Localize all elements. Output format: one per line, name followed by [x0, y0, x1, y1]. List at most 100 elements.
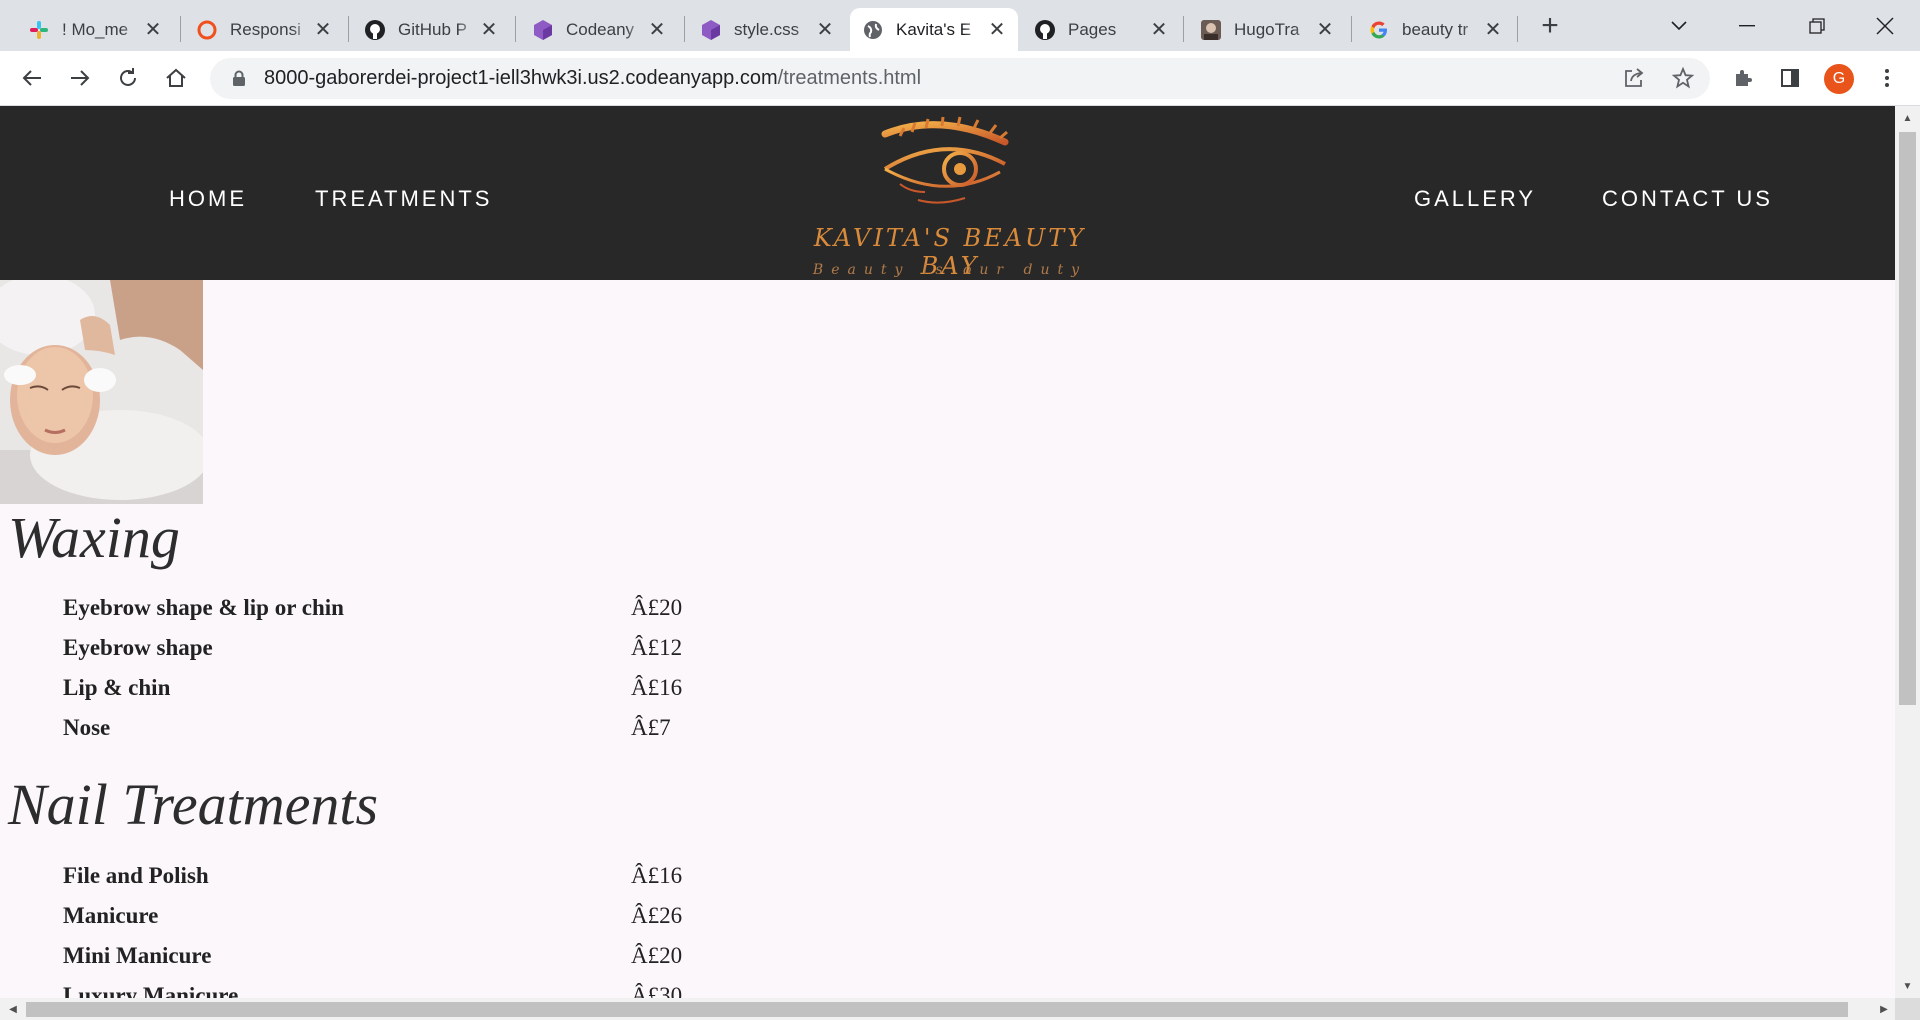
- treatment-price: Â£20: [631, 943, 683, 968]
- address-bar[interactable]: 8000-gaborerdei-project1-iell3hwk3i.us2.…: [210, 58, 1710, 99]
- back-arrow-icon[interactable]: [13, 59, 51, 97]
- treatment-row: Manicure Â£26: [63, 903, 763, 943]
- treatment-price: Â£7: [631, 715, 671, 740]
- google-icon: [1368, 19, 1390, 41]
- browser-tab[interactable]: ! Mo_me ✕: [16, 8, 174, 51]
- treatment-row: Eyebrow shape & lip or chin Â£20: [63, 595, 763, 635]
- browser-tab[interactable]: GitHub P ✕: [352, 8, 510, 51]
- profile-photo-icon: [1200, 19, 1222, 41]
- tab-separator: [1517, 16, 1518, 42]
- new-tab-plus-icon[interactable]: +: [1534, 9, 1566, 42]
- codeanywhere-icon: [700, 19, 722, 41]
- nav-home[interactable]: HOME: [169, 186, 247, 212]
- kebab-menu-icon[interactable]: [1868, 59, 1906, 97]
- treatment-price: Â£12: [631, 635, 683, 660]
- treatment-price: Â£30: [631, 983, 683, 998]
- horizontal-scroll-thumb[interactable]: [26, 1002, 1848, 1017]
- treatment-row: Luxury Manicure Â£30: [63, 983, 763, 998]
- reload-icon[interactable]: [109, 59, 147, 97]
- tab-separator: [684, 16, 685, 42]
- vertical-scrollbar[interactable]: ▲ ▼: [1895, 106, 1920, 998]
- treatment-price: Â£26: [631, 903, 683, 928]
- scroll-left-arrow-icon[interactable]: ◀: [2, 998, 24, 1020]
- treatment-row: Lip & chin Â£16: [63, 675, 763, 715]
- bookmark-star-icon[interactable]: [1664, 59, 1702, 97]
- treatment-name: Lip & chin: [63, 675, 171, 700]
- scroll-right-arrow-icon[interactable]: ▶: [1873, 998, 1895, 1020]
- vertical-scroll-thumb[interactable]: [1899, 132, 1916, 705]
- tab-separator: [180, 16, 181, 42]
- tab-separator: [1183, 16, 1184, 42]
- lock-icon[interactable]: [228, 70, 250, 87]
- treatment-row: Nose Â£7: [63, 715, 763, 755]
- nav-gallery[interactable]: GALLERY: [1414, 186, 1536, 212]
- browser-tab[interactable]: Responsi ✕: [184, 8, 344, 51]
- nav-contact-us[interactable]: CONTACT US: [1602, 186, 1773, 212]
- forward-arrow-icon[interactable]: [61, 59, 99, 97]
- restore-icon[interactable]: [1797, 6, 1837, 46]
- extensions-puzzle-icon[interactable]: [1724, 59, 1762, 97]
- scroll-up-arrow-icon[interactable]: ▲: [1895, 108, 1920, 128]
- tab-separator: [348, 16, 349, 42]
- brand-tagline: Beauty is our duty: [812, 262, 1088, 278]
- tab-title: beauty tr: [1402, 19, 1469, 39]
- close-icon[interactable]: ✕: [646, 19, 668, 41]
- tab-title: Codeany: [566, 19, 635, 39]
- close-icon[interactable]: ✕: [814, 19, 836, 41]
- codeanywhere-icon: [532, 19, 554, 41]
- close-icon[interactable]: ✕: [142, 19, 164, 41]
- site-header: HOME TREATMENTS GALLERY CONTACT US KAVIT…: [0, 106, 1895, 280]
- close-icon[interactable]: ✕: [478, 19, 500, 41]
- profile-avatar[interactable]: G: [1824, 64, 1854, 94]
- browser-tab[interactable]: beauty tr ✕: [1356, 8, 1514, 51]
- minimize-icon[interactable]: [1727, 6, 1767, 46]
- nav-treatments[interactable]: TREATMENTS: [315, 186, 492, 212]
- scroll-down-arrow-icon[interactable]: ▼: [1895, 976, 1920, 996]
- treatment-price: Â£16: [631, 863, 683, 888]
- brand-logo[interactable]: KAVITA'S BEAUTY BAY Beauty is our duty: [800, 114, 1100, 280]
- tab-title: ! Mo_me: [62, 19, 129, 39]
- close-icon[interactable]: ✕: [1148, 19, 1170, 41]
- browser-tab-strip: ! Mo_me ✕ Responsi ✕ GitHub P ✕ Codeany …: [0, 0, 1920, 51]
- section-title-waxing: Waxing: [8, 505, 180, 570]
- treatment-name: File and Polish: [63, 863, 209, 888]
- home-icon[interactable]: [157, 59, 195, 97]
- browser-tab[interactable]: HugoTra ✕: [1188, 8, 1346, 51]
- github-icon: [1034, 19, 1056, 41]
- browser-tab[interactable]: Pages ✕: [1022, 8, 1180, 51]
- tab-title: HugoTra: [1234, 19, 1300, 39]
- treatment-price: Â£16: [631, 675, 683, 700]
- tab-separator: [1351, 16, 1352, 42]
- horizontal-scrollbar[interactable]: ◀ ▶: [0, 998, 1895, 1020]
- treatment-price: Â£20: [631, 595, 683, 620]
- tab-separator: [515, 16, 516, 42]
- facial-treatment-image: [0, 280, 203, 504]
- browser-tab[interactable]: style.css ✕: [688, 8, 846, 51]
- side-panel-icon[interactable]: [1771, 59, 1809, 97]
- share-icon[interactable]: [1615, 59, 1653, 97]
- github-icon: [364, 19, 386, 41]
- url-text[interactable]: 8000-gaborerdei-project1-iell3hwk3i.us2.…: [264, 67, 921, 90]
- treatment-name: Luxury Manicure: [63, 983, 239, 998]
- slack-icon: [28, 19, 50, 41]
- url-host: 8000-gaborerdei-project1-iell3hwk3i.us2.…: [264, 67, 778, 89]
- scrollbar-corner: [1895, 998, 1920, 1020]
- treatment-row: Mini Manicure Â£20: [63, 943, 763, 983]
- treatment-name: Nose: [63, 715, 111, 740]
- close-icon[interactable]: ✕: [986, 19, 1008, 41]
- browser-toolbar: 8000-gaborerdei-project1-iell3hwk3i.us2.…: [0, 51, 1920, 106]
- tab-title: style.css: [734, 19, 800, 39]
- section-title-nail-treatments: Nail Treatments: [8, 772, 379, 837]
- tab-search-chevron-icon[interactable]: [1659, 6, 1699, 46]
- close-window-icon[interactable]: [1865, 6, 1905, 46]
- close-icon[interactable]: ✕: [1314, 19, 1336, 41]
- close-icon[interactable]: ✕: [1482, 19, 1504, 41]
- tab-title: Responsi: [230, 19, 301, 39]
- globe-icon: [862, 19, 884, 41]
- browser-tab-active[interactable]: Kavita's E ✕: [850, 8, 1018, 51]
- treatment-row: Eyebrow shape Â£12: [63, 635, 763, 675]
- eye-logo-icon: [881, 116, 1009, 204]
- treatment-name: Mini Manicure: [63, 943, 212, 968]
- browser-tab[interactable]: Codeany ✕: [520, 8, 678, 51]
- close-icon[interactable]: ✕: [312, 19, 334, 41]
